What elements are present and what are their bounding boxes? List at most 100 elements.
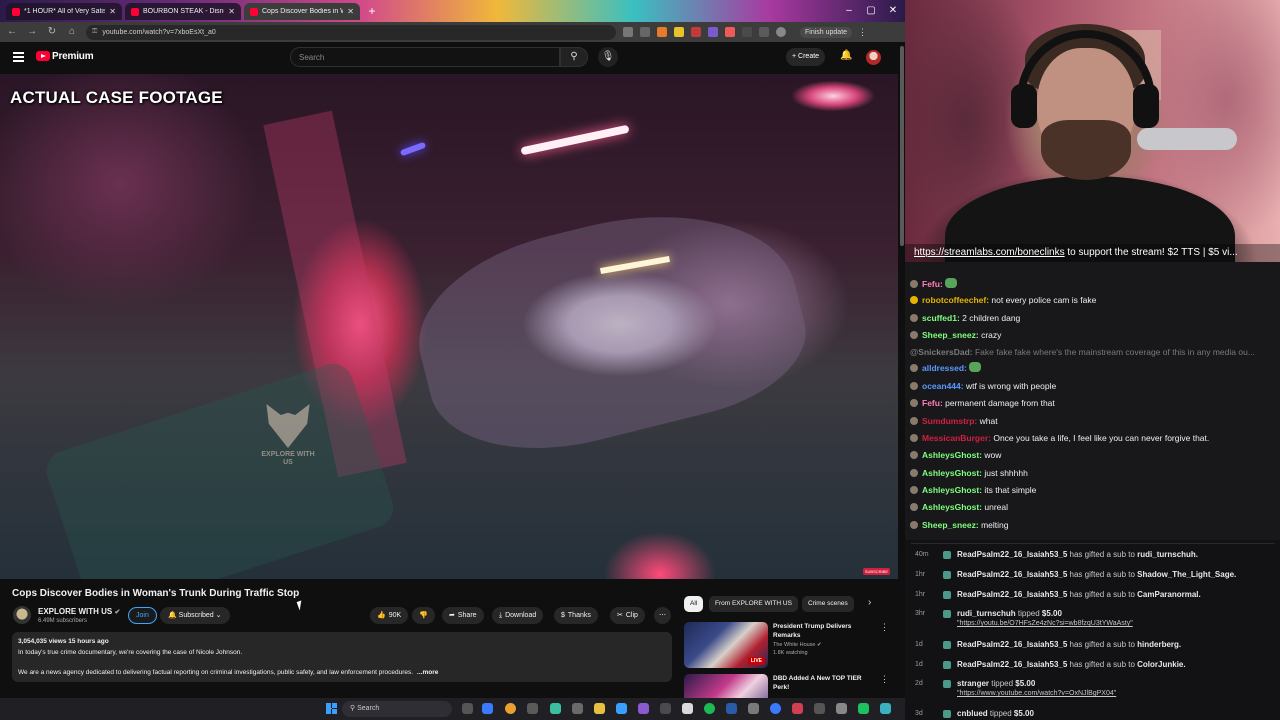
subscribe-watermark-badge[interactable]: SUBSCRIBE — [862, 568, 890, 575]
download-button[interactable]: ⤓ Download — [492, 607, 544, 624]
video-thumbnail[interactable] — [684, 674, 768, 698]
recommended-video[interactable]: DBD Added A New TOP TIER Perk! ⋮ — [684, 674, 894, 698]
bookmark-star-icon[interactable] — [640, 27, 650, 37]
event-row[interactable]: 3d cnblued tipped $5.00 — [905, 705, 1280, 720]
recommended-title[interactable]: President Trump Delivers Remarks — [773, 622, 873, 640]
voice-search-icon[interactable]: 🎙 — [598, 47, 618, 67]
subscribed-button[interactable]: 🔔 Subscribed ⌄ — [160, 607, 230, 624]
description-box[interactable]: 3,054,035 views 15 hours ago In today's … — [12, 632, 672, 682]
notifications-bell-icon[interactable]: 🔔 — [840, 50, 852, 61]
clip-button[interactable]: ✂ Clip — [610, 607, 645, 624]
cast-icon[interactable] — [623, 27, 633, 37]
recommended-channel[interactable]: The White House ✔ — [773, 642, 822, 648]
chat-username[interactable]: Sheep_sneez: — [922, 520, 979, 530]
app-icon[interactable] — [726, 703, 737, 714]
chat-username[interactable]: Fefu: — [922, 279, 943, 289]
app-icon[interactable] — [660, 703, 671, 714]
create-button[interactable]: + Create — [786, 48, 826, 66]
more-options-icon[interactable]: ⋮ — [880, 622, 889, 633]
event-row[interactable]: 1d ReadPsalm22_16_Isaiah53_5 has gifted a… — [905, 656, 1280, 676]
chat-username[interactable]: AshleysGhost: — [922, 485, 982, 495]
finish-update-button[interactable]: Finish update — [800, 26, 853, 38]
extension-icon[interactable] — [691, 27, 701, 37]
maximize-icon[interactable]: ▢ — [860, 2, 882, 20]
reload-icon[interactable]: ↻ — [44, 24, 60, 40]
windows-start-icon[interactable] — [326, 703, 337, 714]
chat-username[interactable]: Sumdumstrp: — [922, 416, 977, 426]
chip-crime-scenes[interactable]: Crime scenes — [802, 596, 854, 612]
search-icon[interactable]: ⚲ — [560, 47, 588, 67]
event-url-link[interactable]: "https://youtu.be/O7HFsZe4zNc?si=wb8fzqU… — [957, 620, 1133, 627]
home-icon[interactable]: ⌂ — [64, 24, 80, 40]
extension-icon[interactable] — [708, 27, 718, 37]
share-button[interactable]: ➦ Share — [442, 607, 484, 624]
event-url-link[interactable]: "https://www.youtube.com/watch?v=OxNJlBg… — [957, 690, 1116, 697]
dislike-button[interactable]: 👎 — [412, 607, 435, 624]
app-icon[interactable] — [550, 703, 561, 714]
app-icon[interactable] — [682, 703, 693, 714]
minimize-icon[interactable]: – — [838, 2, 860, 20]
chat-username[interactable]: AshleysGhost: — [922, 450, 982, 460]
chat-username[interactable]: scuffed1: — [922, 313, 960, 323]
app-icon[interactable] — [748, 703, 759, 714]
site-info-icon[interactable]: ⚿ — [92, 28, 97, 36]
video-player[interactable]: ACTUAL CASE FOOTAGE EXPLORE WITH US SUBS… — [0, 74, 898, 579]
app-icon[interactable] — [638, 703, 649, 714]
task-view-icon[interactable] — [462, 703, 473, 714]
chat-username[interactable]: Sheep_sneez: — [922, 330, 979, 340]
support-link[interactable]: https://streamlabs.com/boneclinks — [914, 247, 1065, 258]
close-tab-icon[interactable]: ✕ — [228, 7, 235, 16]
app-icon[interactable] — [792, 703, 803, 714]
show-more-link[interactable]: ...more — [417, 669, 438, 676]
back-icon[interactable]: ← — [4, 24, 20, 40]
chevron-right-icon[interactable]: › — [868, 597, 871, 608]
like-button[interactable]: 👍 90K — [370, 607, 409, 624]
chat-username[interactable]: Fefu: — [922, 398, 943, 408]
new-tab-icon[interactable]: + — [365, 4, 379, 18]
extension-icon[interactable] — [725, 27, 735, 37]
close-tab-icon[interactable]: ✕ — [109, 7, 116, 16]
app-icon[interactable] — [770, 703, 781, 714]
youtube-logo-icon[interactable] — [36, 51, 50, 61]
chat-username[interactable]: robotcoffeechef: — [922, 295, 989, 305]
tab-satisfying[interactable]: *1 HOUR* All of Very Satisfying ✕ — [6, 3, 122, 20]
chat-username[interactable]: ocean444: — [922, 381, 964, 391]
extension-icon[interactable] — [657, 27, 667, 37]
search-input[interactable]: Search — [290, 47, 560, 67]
account-avatar[interactable] — [866, 50, 881, 65]
chat-username[interactable]: MessicanBurger: — [922, 433, 991, 443]
video-thumbnail[interactable]: LIVE — [684, 622, 768, 668]
more-actions-button[interactable]: ⋯ — [654, 607, 671, 624]
app-icon[interactable] — [880, 703, 891, 714]
url-field[interactable]: ⚿ youtube.com/watch?v=7xboEsXt_a0 — [86, 24, 616, 40]
app-icon[interactable] — [814, 703, 825, 714]
event-row[interactable]: 2d stranger tipped $5.00 "https://www.yout… — [905, 675, 1280, 705]
close-window-icon[interactable]: ✕ — [882, 2, 904, 20]
app-icon[interactable] — [616, 703, 627, 714]
chat-username[interactable]: @SnickersDad: — [910, 347, 973, 357]
chat-username[interactable]: alldressed: — [922, 363, 967, 373]
channel-name[interactable]: EXPLORE WITH US ✔ — [38, 607, 120, 616]
spotify-icon[interactable] — [704, 703, 715, 714]
event-row[interactable]: 3hr rudi_turnschuh tipped $5.00 "https://y… — [905, 605, 1280, 635]
app-icon[interactable] — [482, 703, 493, 714]
scrollbar-thumb[interactable] — [900, 46, 904, 246]
channel-avatar[interactable] — [13, 606, 31, 624]
chip-from-channel[interactable]: From EXPLORE WITH US — [709, 596, 798, 612]
tab-cops-discover[interactable]: Cops Discover Bodies in W ✕ — [244, 3, 360, 20]
forward-icon[interactable]: → — [24, 24, 40, 40]
chat-username[interactable]: AshleysGhost: — [922, 468, 982, 478]
extension-icon[interactable] — [674, 27, 684, 37]
join-button[interactable]: Join — [128, 607, 157, 624]
thanks-button[interactable]: $ Thanks — [554, 607, 598, 624]
sidebar-icon[interactable] — [759, 27, 769, 37]
file-explorer-icon[interactable] — [594, 703, 605, 714]
browser-menu-icon[interactable]: ⋮ — [858, 27, 867, 38]
close-tab-icon[interactable]: ✕ — [347, 7, 354, 16]
profile-icon[interactable] — [776, 27, 786, 37]
tab-bourbon-steak[interactable]: BOURBON STEAK - Disney Wo ✕ — [125, 3, 241, 20]
more-options-icon[interactable]: ⋮ — [880, 674, 889, 685]
taskbar-search[interactable]: ⚲ Search — [342, 701, 452, 717]
event-row[interactable]: 40m ReadPsalm22_16_Isaiah53_5 has gifted … — [905, 546, 1280, 566]
extensions-puzzle-icon[interactable] — [742, 27, 752, 37]
